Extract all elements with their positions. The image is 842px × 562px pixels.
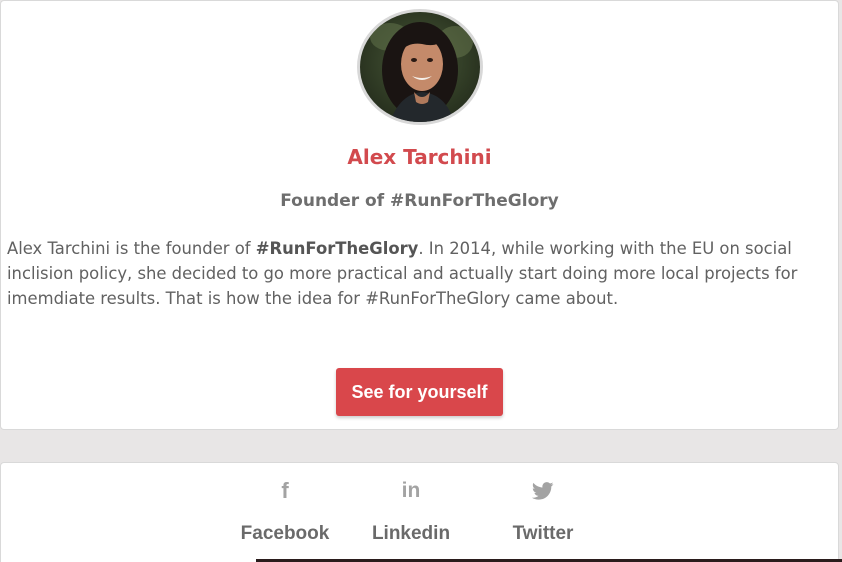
profile-role: Founder of #RunForTheGlory: [280, 191, 559, 211]
profile-bio: Alex Tarchini is the founder of #RunForT…: [7, 236, 833, 311]
twitter-label: Twitter: [512, 523, 574, 544]
linkedin-icon: in: [401, 479, 421, 502]
see-for-yourself-button[interactable]: See for yourself: [336, 368, 503, 416]
facebook-icon: f: [281, 478, 289, 503]
bio-text-start: Alex Tarchini is the founder of: [7, 239, 256, 258]
social-links-card: f Facebook in Linkedin Twitter: [0, 462, 839, 562]
avatar-frame: [357, 9, 483, 125]
twitter-icon: [531, 481, 554, 505]
bio-hashtag: #RunForTheGlory: [255, 239, 419, 258]
facebook-label: Facebook: [240, 523, 330, 544]
profile-card: Alex Tarchini Founder of #RunForTheGlory…: [0, 0, 839, 430]
avatar: [360, 12, 480, 122]
linkedin-label: Linkedin: [371, 523, 451, 544]
profile-name: Alex Tarchini: [347, 145, 492, 169]
